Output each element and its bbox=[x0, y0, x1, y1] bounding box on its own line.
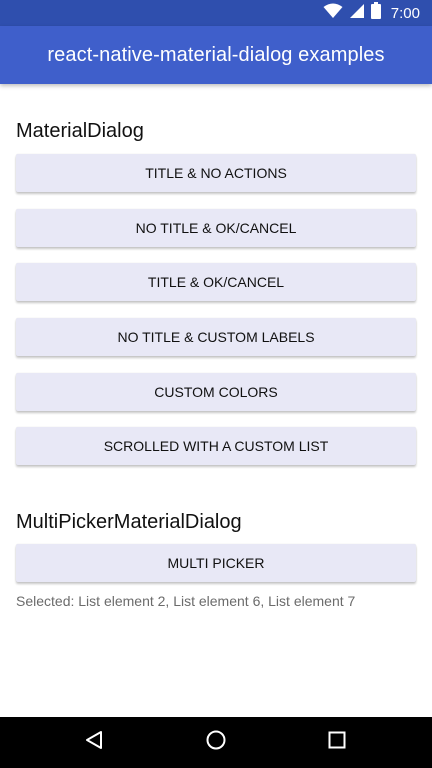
status-time: 7:00 bbox=[390, 4, 420, 22]
title-no-actions-button[interactable]: TITLE & NO ACTIONS bbox=[16, 154, 416, 192]
status-bar: 7:00 bbox=[0, 0, 432, 26]
app-bar: react-native-material-dialog examples bbox=[0, 26, 432, 84]
section-title-multi-picker: MultiPickerMaterialDialog bbox=[16, 511, 242, 533]
scrolled-custom-list-button[interactable]: SCROLLED WITH A CUSTOM LIST bbox=[16, 427, 416, 465]
selected-items-text: Selected: List element 2, List element 6… bbox=[16, 593, 356, 609]
back-button[interactable] bbox=[62, 717, 126, 768]
status-icons: 7:00 bbox=[323, 0, 420, 26]
section-title-material-dialog: MaterialDialog bbox=[16, 120, 144, 142]
home-button[interactable] bbox=[184, 717, 248, 768]
app-title: react-native-material-dialog examples bbox=[47, 43, 385, 66]
custom-colors-button[interactable]: CUSTOM COLORS bbox=[16, 373, 416, 411]
recents-icon bbox=[328, 731, 346, 754]
no-title-custom-labels-button[interactable]: NO TITLE & CUSTOM LABELS bbox=[16, 318, 416, 356]
navigation-bar bbox=[0, 717, 432, 768]
home-icon bbox=[206, 730, 226, 755]
multi-picker-button[interactable]: MULTI PICKER bbox=[16, 544, 416, 582]
recents-button[interactable] bbox=[305, 717, 369, 768]
back-icon bbox=[85, 730, 103, 755]
title-ok-cancel-button[interactable]: TITLE & OK/CANCEL bbox=[16, 263, 416, 301]
wifi-icon bbox=[323, 3, 343, 24]
no-title-ok-cancel-button[interactable]: NO TITLE & OK/CANCEL bbox=[16, 209, 416, 247]
battery-icon bbox=[370, 2, 381, 24]
signal-icon bbox=[349, 3, 365, 24]
